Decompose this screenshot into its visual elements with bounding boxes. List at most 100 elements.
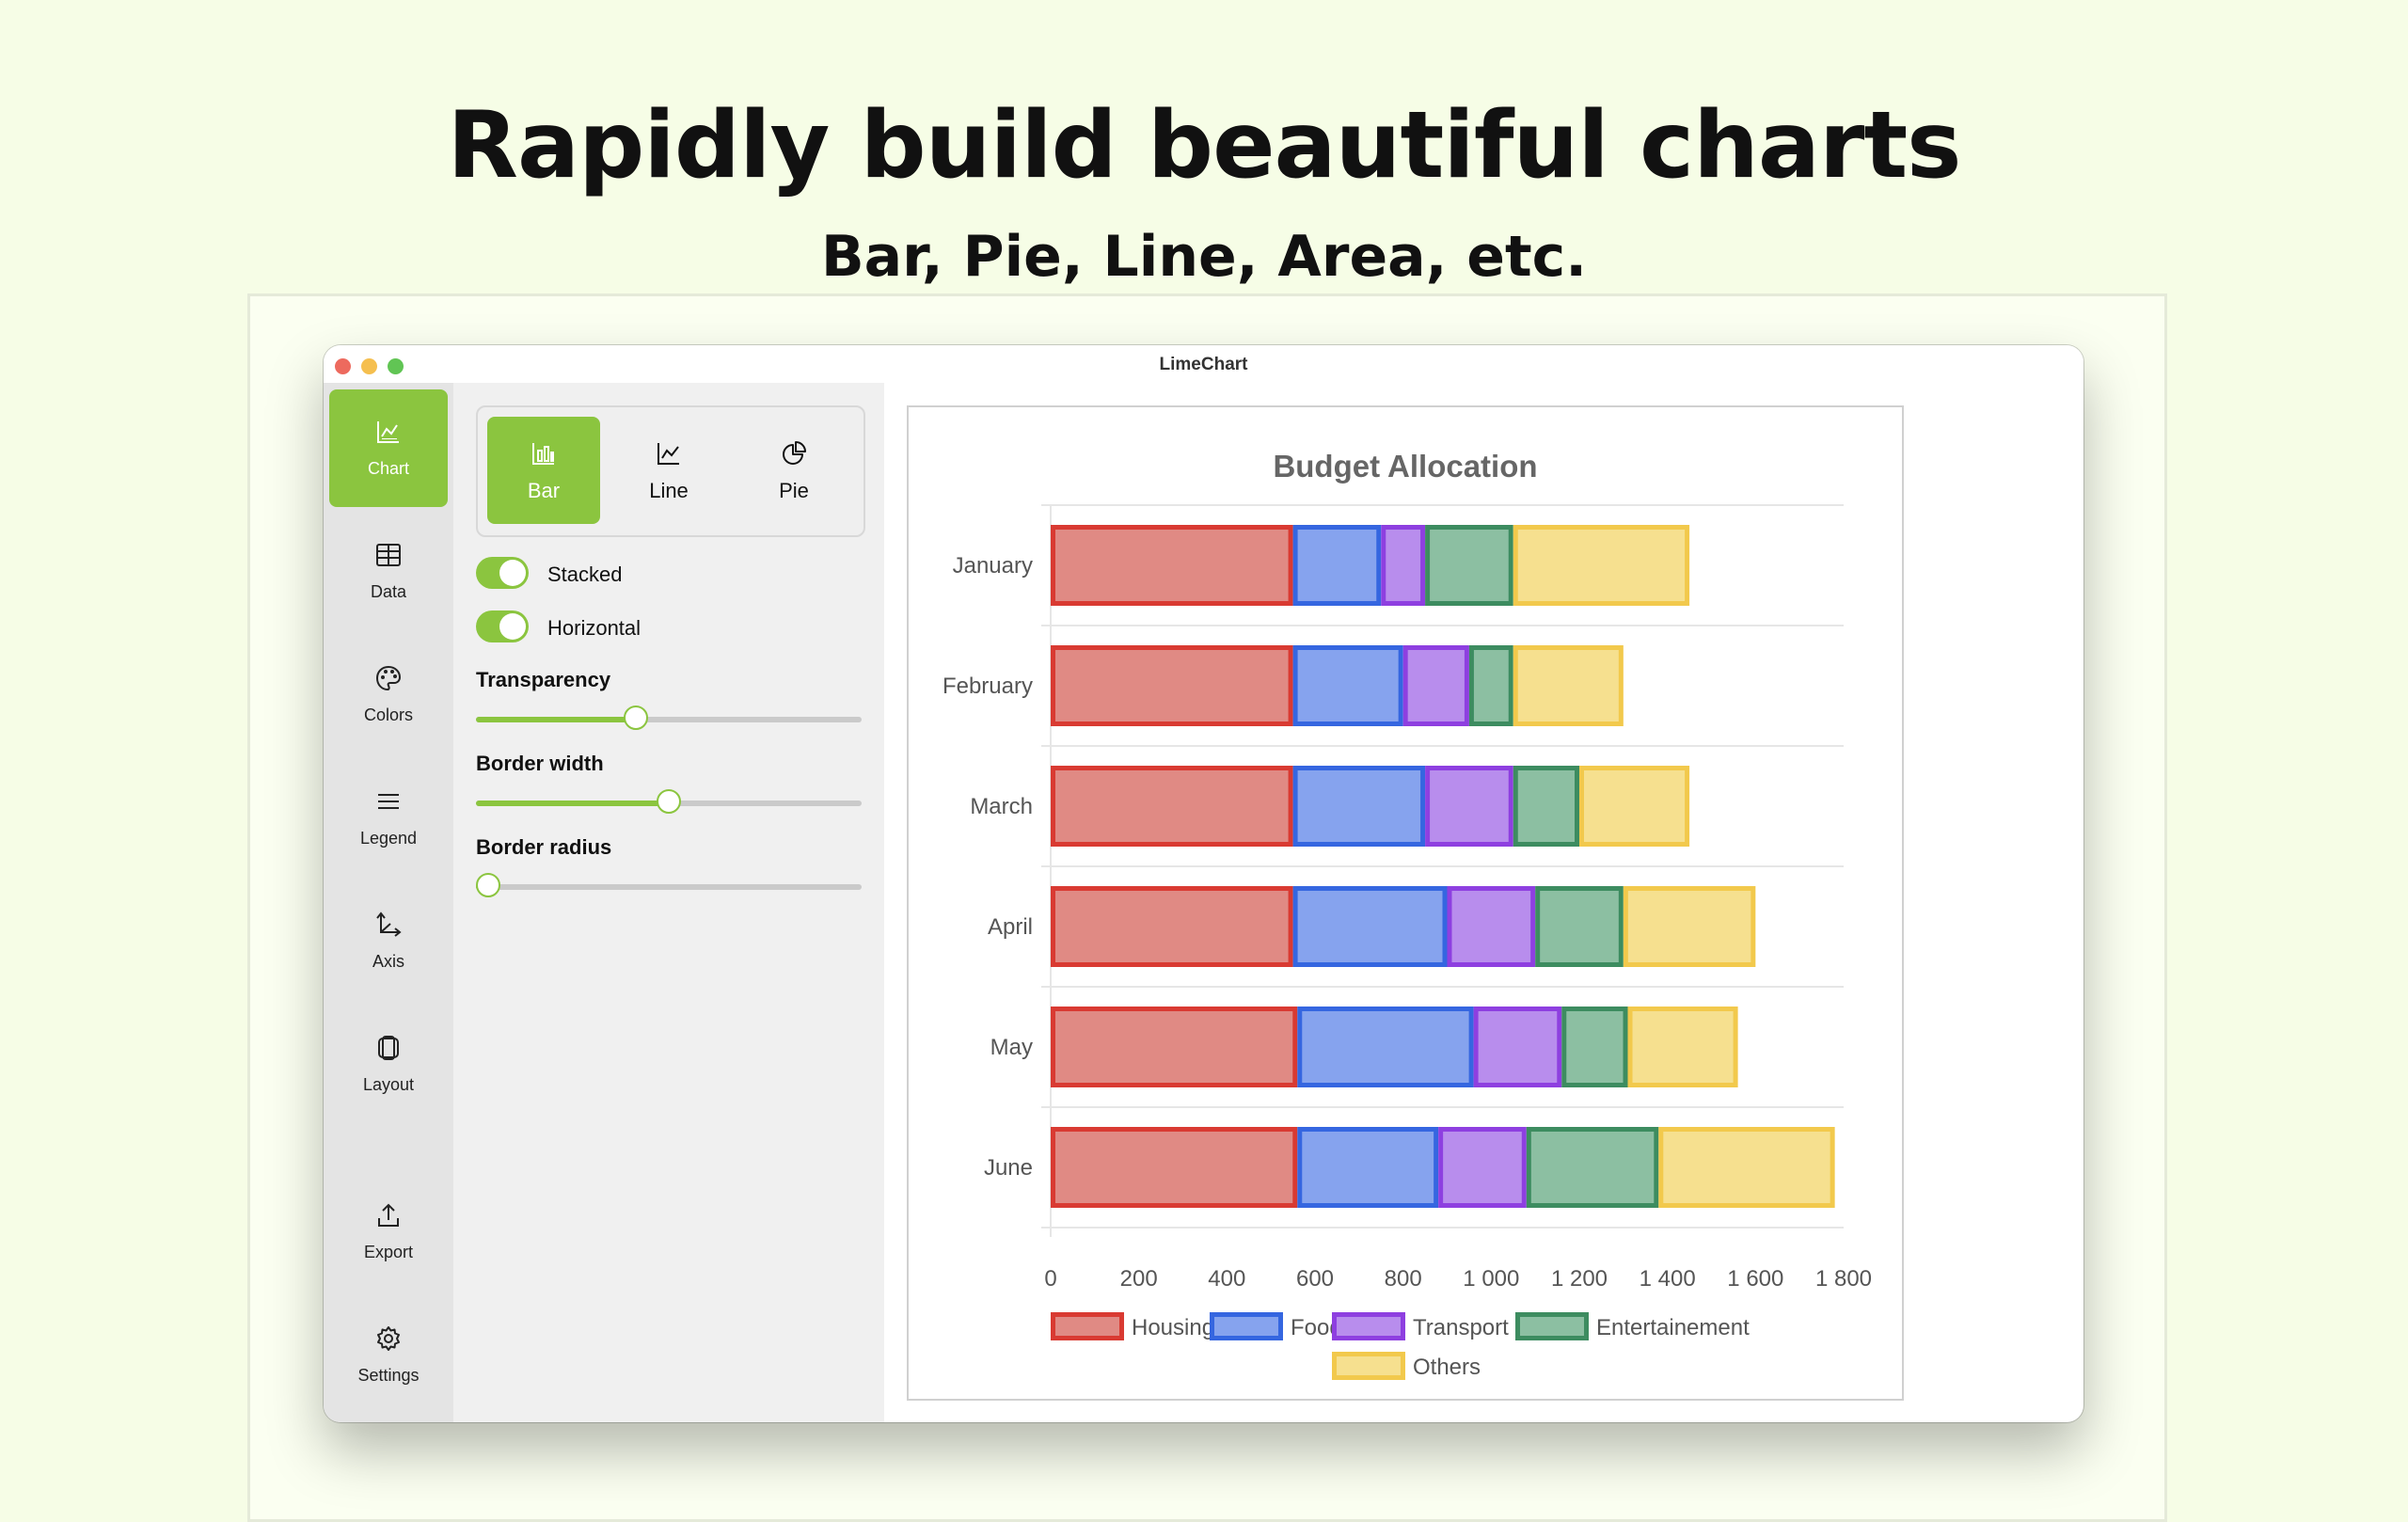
bar-segment xyxy=(1627,1007,1738,1087)
slider-knob[interactable] xyxy=(476,873,500,897)
border-width-label: Border width xyxy=(476,752,604,775)
sidebar: Chart Data Colors Legend Axis Layout Exp… xyxy=(324,383,453,1422)
legend-swatch xyxy=(1332,1312,1405,1340)
sidebar-item-axis[interactable]: Axis xyxy=(329,882,448,1000)
palette-icon xyxy=(375,665,402,691)
y-tick-label: June xyxy=(984,1155,1033,1181)
sidebar-item-label: Colors xyxy=(363,706,413,724)
close-window-button[interactable] xyxy=(335,358,351,374)
sidebar-item-settings[interactable]: Settings xyxy=(329,1296,448,1414)
bar-chart-icon xyxy=(532,443,554,465)
legend-swatch xyxy=(1515,1312,1589,1340)
border-radius-slider[interactable] xyxy=(476,873,862,897)
sidebar-item-label: Chart xyxy=(367,459,409,478)
sidebar-item-data[interactable]: Data xyxy=(329,513,448,630)
list-icon xyxy=(378,794,399,809)
bar-segment xyxy=(1425,525,1513,606)
bar-segment xyxy=(1051,1007,1298,1087)
bar-segment xyxy=(1051,886,1293,967)
bar-segment xyxy=(1623,886,1756,967)
chart-type-selector: Bar Line Pie xyxy=(476,405,865,537)
bar-segment xyxy=(1561,1007,1628,1087)
x-tick-label: 400 xyxy=(1208,1266,1245,1292)
legend-label: Others xyxy=(1413,1355,1481,1380)
toggle-knob xyxy=(499,560,526,586)
stacked-label: Stacked xyxy=(547,563,623,586)
sidebar-item-label: Layout xyxy=(362,1075,415,1094)
transparency-label: Transparency xyxy=(476,668,611,691)
y-tick-label: April xyxy=(988,914,1033,940)
legend-swatch xyxy=(1210,1312,1283,1340)
chart-type-label: Line xyxy=(649,479,689,502)
slider-knob[interactable] xyxy=(657,789,681,814)
horizontal-toggle[interactable] xyxy=(476,610,529,642)
sidebar-item-label: Export xyxy=(363,1243,414,1261)
y-tick-label: May xyxy=(990,1035,1033,1060)
slider-fill xyxy=(476,801,669,806)
sidebar-item-colors[interactable]: Colors xyxy=(329,636,448,753)
sidebar-item-chart[interactable]: Chart xyxy=(329,389,448,507)
bar-segment xyxy=(1292,766,1426,847)
budget-chart: Budget Allocation January February March Apr… xyxy=(943,449,1872,1380)
bar-segment xyxy=(1297,1127,1439,1208)
bar-segment xyxy=(1513,525,1690,606)
chart-type-pie-button[interactable]: Pie xyxy=(737,417,850,524)
y-tick-label: March xyxy=(970,794,1033,819)
stacked-toggle[interactable] xyxy=(476,557,529,589)
legend-swatch xyxy=(1051,1312,1124,1340)
transparency-slider[interactable] xyxy=(476,706,862,730)
bar-segment xyxy=(1292,525,1382,606)
window-title: LimeChart xyxy=(1159,355,1248,374)
sidebar-item-label: Settings xyxy=(357,1366,420,1385)
sidebar-item-label: Data xyxy=(370,582,407,601)
x-tick-label: 1 000 xyxy=(1463,1266,1519,1292)
legend-swatch xyxy=(1332,1352,1405,1380)
hero-title: Rapidly build beautiful charts xyxy=(447,92,1961,199)
table-icon xyxy=(376,544,401,566)
sidebar-item-export[interactable]: Export xyxy=(329,1173,448,1291)
x-tick-label: 1 600 xyxy=(1727,1266,1783,1292)
chart-type-label: Bar xyxy=(527,479,561,502)
bar-segment xyxy=(1381,525,1426,606)
chart-title: Budget Allocation xyxy=(1273,449,1537,484)
app-window: LimeChart Chart Data Colors Legend Axis … xyxy=(324,345,2083,1422)
bar-segment xyxy=(1658,1127,1835,1208)
x-tick-label: 1 400 xyxy=(1640,1266,1696,1292)
toggle-knob xyxy=(499,613,526,640)
x-tick-label: 1 200 xyxy=(1551,1266,1608,1292)
slider-fill xyxy=(476,717,637,722)
sidebar-item-legend[interactable]: Legend xyxy=(329,759,448,877)
bar-segment xyxy=(1292,886,1448,967)
pie-chart-icon xyxy=(783,441,806,465)
gear-icon xyxy=(377,1326,400,1351)
x-tick-label: 800 xyxy=(1385,1266,1422,1292)
sidebar-item-layout[interactable]: Layout xyxy=(329,1006,448,1123)
bar-segment xyxy=(1535,886,1624,967)
chart-type-bar-button[interactable]: Bar xyxy=(487,417,600,524)
bar-segment xyxy=(1051,1127,1298,1208)
border-width-slider[interactable] xyxy=(476,789,862,814)
layout-icon xyxy=(378,1036,399,1060)
bar-segment xyxy=(1473,1007,1562,1087)
chart-icon xyxy=(377,421,399,443)
legend-label: Housing xyxy=(1132,1315,1214,1340)
border-radius-label: Border radius xyxy=(476,835,612,859)
bar-segment xyxy=(1292,645,1403,726)
chart-type-line-button[interactable]: Line xyxy=(612,417,725,524)
zoom-window-button[interactable] xyxy=(388,358,404,374)
bar-segment xyxy=(1051,766,1293,847)
bar-segment xyxy=(1402,645,1469,726)
chart-preview: Budget Allocation January February March Apr… xyxy=(907,405,1904,1401)
x-tick-label: 1 800 xyxy=(1815,1266,1872,1292)
y-tick-label: January xyxy=(953,553,1033,579)
minimize-window-button[interactable] xyxy=(361,358,377,374)
bar-segment xyxy=(1468,645,1513,726)
bar-segment xyxy=(1051,525,1293,606)
axis-icon xyxy=(376,912,402,937)
bar-segment xyxy=(1051,645,1293,726)
sidebar-item-label: Legend xyxy=(359,829,418,848)
bar-segment xyxy=(1425,766,1513,847)
legend-label: Entertainement xyxy=(1596,1315,1750,1340)
bar-segment xyxy=(1579,766,1690,847)
slider-knob[interactable] xyxy=(624,706,649,730)
